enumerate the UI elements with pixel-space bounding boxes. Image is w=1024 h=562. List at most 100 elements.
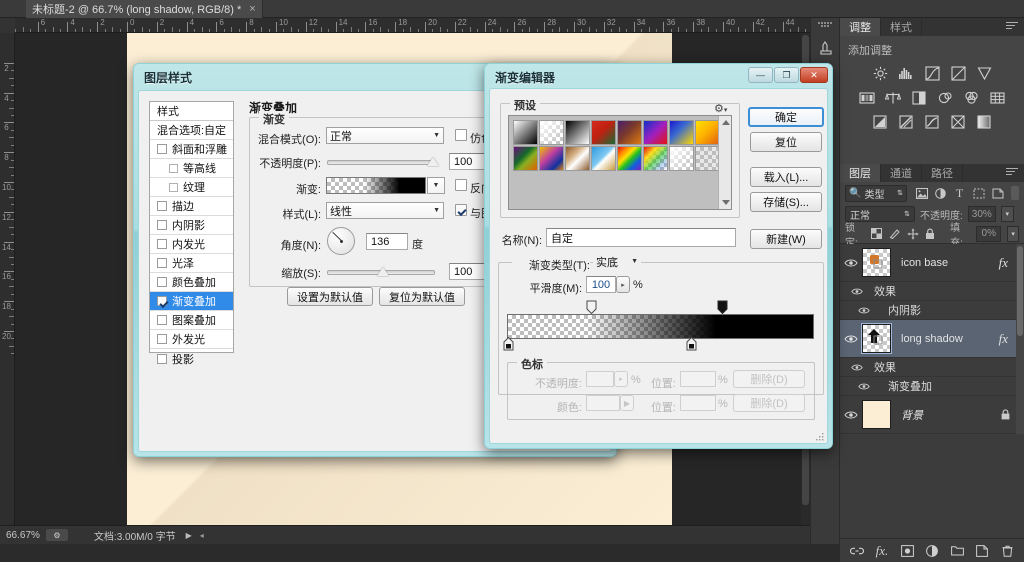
fx-icon[interactable]: fx <box>999 255 1008 271</box>
filter-toggle-switch[interactable] <box>1011 186 1019 200</box>
mask-icon[interactable] <box>900 544 914 558</box>
document-tab[interactable]: 未标题-2 @ 66.7% (long shadow, RGB/8) * × <box>26 0 263 18</box>
layer-thumbnail[interactable] <box>862 400 891 429</box>
new-button[interactable]: 新建(W) <box>750 229 822 249</box>
delete-icon[interactable] <box>1000 544 1014 558</box>
table-row[interactable]: 背景 <box>840 396 1024 434</box>
reset-default-button[interactable]: 复位为默认值 <box>379 287 465 306</box>
tab-styles[interactable]: 样式 <box>881 18 922 36</box>
scroll-up-icon[interactable] <box>722 120 730 125</box>
preset-swatch[interactable] <box>591 120 616 145</box>
lock-transparency-icon[interactable] <box>871 227 883 240</box>
gradient-type-select[interactable]: 实底 ▼ <box>593 253 641 270</box>
checkbox[interactable] <box>157 144 167 154</box>
photofilter-icon[interactable] <box>936 89 955 106</box>
preset-swatch[interactable] <box>695 120 720 145</box>
effect-visibility-icon[interactable] <box>840 306 888 315</box>
filter-pixel-icon[interactable] <box>915 187 928 200</box>
layer-visibility-icon[interactable] <box>840 334 862 344</box>
checkbox[interactable] <box>157 220 167 230</box>
scale-slider-knob[interactable] <box>377 267 389 276</box>
name-input[interactable]: 自定 <box>546 228 736 247</box>
threshold-icon[interactable] <box>923 113 942 130</box>
posterize-icon[interactable] <box>897 113 916 130</box>
style-item-bevel-emboss[interactable]: 斜面和浮雕 <box>150 140 233 159</box>
preset-swatch[interactable] <box>617 146 642 171</box>
preset-swatch[interactable] <box>643 146 668 171</box>
histogram-icon[interactable] <box>897 65 916 82</box>
checkbox[interactable] <box>169 183 178 192</box>
adjustment-icon[interactable] <box>925 544 939 558</box>
colorlookup-icon[interactable] <box>988 89 1007 106</box>
layer-name[interactable]: icon base <box>901 257 948 269</box>
style-item-pattern-overlay[interactable]: 图案叠加 <box>150 311 233 330</box>
layers-panel-menu-icon[interactable] <box>1006 168 1020 178</box>
style-item-color-overlay[interactable]: 颜色叠加 <box>150 273 233 292</box>
bw-icon[interactable] <box>910 89 929 106</box>
color-stop-left[interactable] <box>503 337 514 351</box>
gradient-picker-dropdown[interactable]: ▼ <box>427 177 445 194</box>
preset-swatch[interactable] <box>513 146 538 171</box>
balance-icon[interactable] <box>884 89 903 106</box>
gradientmap-icon[interactable] <box>975 113 994 130</box>
angle-dial[interactable] <box>327 227 355 255</box>
new-layer-icon[interactable] <box>975 544 989 558</box>
scale-value-field[interactable]: 100 <box>449 263 489 280</box>
preset-swatch[interactable] <box>669 120 694 145</box>
checkbox[interactable] <box>157 334 167 344</box>
angle-value-field[interactable]: 136 <box>366 233 408 250</box>
preset-swatch[interactable] <box>539 120 564 145</box>
link-icon[interactable] <box>850 544 864 558</box>
panel-menu-icon[interactable] <box>1006 22 1020 32</box>
reset-button[interactable]: 复位 <box>750 132 822 152</box>
curves-levels-icon[interactable] <box>923 65 942 82</box>
style-item-texture[interactable]: 纹理 <box>150 178 233 197</box>
preset-swatch[interactable] <box>513 120 538 145</box>
preset-swatch[interactable] <box>643 120 668 145</box>
close-icon[interactable]: × <box>249 3 255 15</box>
list-item[interactable]: 效果 <box>840 282 1024 301</box>
style-item-inner-glow[interactable]: 内发光 <box>150 235 233 254</box>
layer-name[interactable]: long shadow <box>901 333 963 345</box>
checkbox[interactable] <box>157 354 167 364</box>
dither-checkbox[interactable] <box>455 129 467 141</box>
layer-visibility-icon[interactable] <box>840 258 862 268</box>
table-row[interactable]: long shadow fx <box>840 320 1024 358</box>
checkbox[interactable] <box>157 239 167 249</box>
filter-smart-icon[interactable] <box>991 187 1004 200</box>
vibrance-icon[interactable] <box>858 89 877 106</box>
tab-adjustments[interactable]: 调整 <box>840 18 881 36</box>
table-row[interactable]: icon base fx <box>840 244 1024 282</box>
preset-swatch[interactable] <box>617 120 642 145</box>
lock-image-icon[interactable] <box>889 227 901 240</box>
preset-swatch[interactable] <box>565 146 590 171</box>
smoothness-stepper[interactable]: ▸ <box>616 276 630 293</box>
curves-icon[interactable] <box>949 65 968 82</box>
history-brush-dock-icon[interactable] <box>811 33 841 61</box>
opacity-value[interactable]: 30% <box>968 206 996 222</box>
lock-all-icon[interactable] <box>925 227 937 240</box>
tab-channels[interactable]: 通道 <box>881 164 922 182</box>
blend-mode-select[interactable]: 正常 ▼ <box>326 127 444 144</box>
brightness-icon[interactable] <box>871 65 890 82</box>
dock-grip-icon[interactable] <box>817 21 833 27</box>
save-button[interactable]: 存储(S)... <box>750 192 822 212</box>
group-icon[interactable] <box>950 544 964 558</box>
set-default-button[interactable]: 设置为默认值 <box>287 287 373 306</box>
minimize-button[interactable]: — <box>748 67 773 83</box>
filter-shape-icon[interactable] <box>972 187 985 200</box>
status-menu-arrow-icon[interactable]: ▶ <box>186 531 192 540</box>
fx-icon[interactable]: fx <box>999 331 1008 347</box>
selective-color-icon[interactable] <box>949 113 968 130</box>
gear-icon[interactable]: ⚙▾ <box>714 102 727 115</box>
gradient-editor-dialog[interactable]: 渐变编辑器 — ❐ ✕ 预设 ⚙▾ <box>484 63 833 449</box>
preset-swatch[interactable] <box>565 120 590 145</box>
checkbox[interactable] <box>157 258 167 268</box>
reverse-checkbox[interactable] <box>455 179 467 191</box>
load-button[interactable]: 载入(L)... <box>750 167 822 187</box>
opacity-slider-knob[interactable] <box>427 157 439 166</box>
filter-adjustment-icon[interactable] <box>934 187 947 200</box>
list-item[interactable]: 内阴影 <box>840 301 1024 320</box>
preset-swatch[interactable] <box>539 146 564 171</box>
scroll-down-icon[interactable] <box>722 200 730 205</box>
